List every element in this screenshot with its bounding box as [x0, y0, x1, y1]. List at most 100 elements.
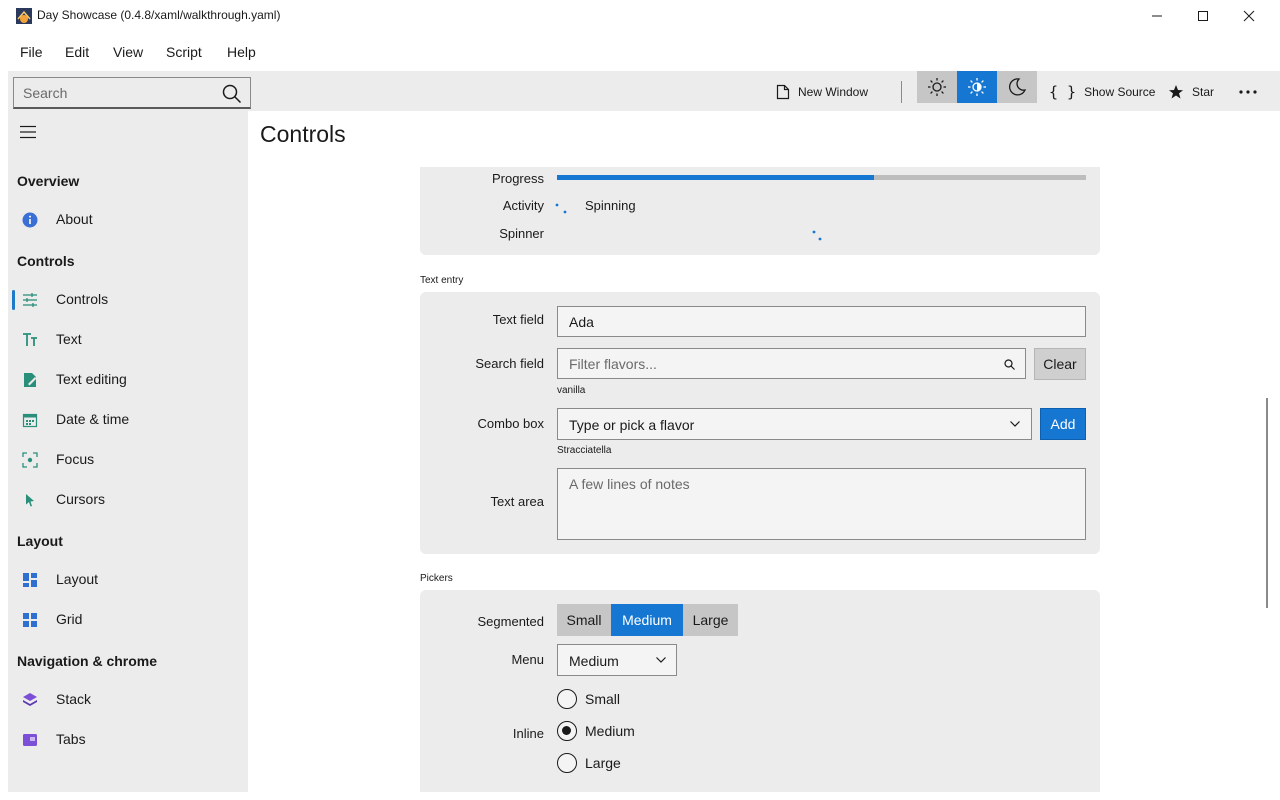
- sidebar-item-cursors[interactable]: Cursors: [8, 480, 248, 520]
- radio-medium[interactable]: [557, 721, 577, 741]
- cursor-icon: [26, 494, 34, 507]
- focus-icon: [22, 452, 38, 468]
- combo-box-label: Combo box: [477, 416, 544, 431]
- progress-bar: [557, 175, 1086, 180]
- sidebar-item-label: Text: [56, 331, 82, 347]
- menu-label: Menu: [511, 652, 544, 667]
- inline-label: Inline: [512, 726, 544, 741]
- chevron-down-icon: [1010, 421, 1020, 427]
- radio-medium-label: Medium: [585, 723, 635, 739]
- star-button[interactable]: Star: [1168, 77, 1214, 107]
- sidebar-item-label: Focus: [56, 451, 95, 467]
- vertical-scrollbar[interactable]: [1266, 398, 1268, 608]
- radio-small[interactable]: [557, 689, 577, 709]
- search-icon[interactable]: [222, 84, 242, 104]
- menu-bar: File Edit View Script Help: [0, 36, 1280, 68]
- sidebar-heading-navigation: Navigation & chrome: [17, 653, 158, 669]
- section-label-pickers: Pickers: [420, 573, 453, 584]
- text-area-placeholder: A few lines of notes: [569, 476, 690, 492]
- minimize-button[interactable]: [1134, 0, 1180, 32]
- toolbar: New Window { } Show Source Star: [8, 71, 1280, 111]
- add-button[interactable]: Add: [1040, 408, 1086, 440]
- contrast-sun-icon: [968, 78, 986, 96]
- grid-icon: [23, 613, 37, 627]
- moon-icon: [1008, 78, 1027, 96]
- hamburger-icon[interactable]: [20, 125, 36, 139]
- maximize-icon: [1198, 11, 1208, 21]
- info-icon: [22, 212, 38, 228]
- page-title: Controls: [260, 121, 346, 147]
- braces-icon: { }: [1049, 83, 1077, 101]
- new-window-label: New Window: [798, 85, 869, 99]
- sidebar-heading-controls: Controls: [17, 253, 75, 269]
- sidebar-item-date-time[interactable]: Date & time: [8, 400, 248, 440]
- light-theme-button[interactable]: [917, 71, 957, 103]
- menu-script[interactable]: Script: [166, 44, 202, 60]
- activity-indicator-icon: [555, 203, 567, 214]
- close-button[interactable]: [1226, 0, 1272, 32]
- sidebar-item-text-editing[interactable]: Text editing: [8, 360, 248, 400]
- calendar-icon: [22, 413, 38, 428]
- sidebar-item-layout[interactable]: Layout: [8, 560, 248, 600]
- sidebar-item-stack[interactable]: Stack: [8, 680, 248, 720]
- text-field-label: Text field: [492, 312, 544, 327]
- search-field-label: Search field: [475, 356, 544, 371]
- layout-icon: [23, 573, 37, 587]
- search-field[interactable]: Filter flavors...: [557, 348, 1026, 379]
- sidebar-item-tabs[interactable]: Tabs: [8, 720, 248, 760]
- content-area: Progress Activity Spinning Spinner Text …: [248, 167, 1266, 792]
- sidebar-item-label: Text editing: [56, 371, 127, 387]
- section-label-text-entry: Text entry: [420, 275, 464, 286]
- menu-select[interactable]: Medium: [557, 644, 677, 676]
- dark-theme-button[interactable]: [997, 71, 1037, 103]
- spinner-icon: [812, 230, 822, 241]
- more-options-button[interactable]: [1239, 77, 1265, 107]
- text-icon: [23, 333, 37, 346]
- text-field[interactable]: Ada: [557, 306, 1086, 337]
- menu-file[interactable]: File: [20, 44, 43, 60]
- sliders-icon: [23, 293, 37, 307]
- sun-icon: [928, 78, 946, 96]
- sidebar-item-focus[interactable]: Focus: [8, 440, 248, 480]
- chevron-down-icon: [656, 657, 666, 663]
- auto-theme-button[interactable]: [957, 71, 997, 103]
- sidebar-heading-overview: Overview: [17, 173, 80, 189]
- new-window-button[interactable]: New Window: [776, 77, 868, 107]
- sidebar: Overview About Controls Controls Text Te…: [8, 111, 248, 792]
- text-area[interactable]: A few lines of notes: [557, 468, 1086, 540]
- sidebar-heading-layout: Layout: [17, 533, 63, 549]
- star-icon: [1169, 85, 1183, 99]
- sidebar-item-label: Tabs: [56, 731, 86, 747]
- document-icon: [776, 84, 790, 100]
- segmented-label: Segmented: [477, 614, 545, 629]
- sidebar-item-text[interactable]: Text: [8, 320, 248, 360]
- show-source-button[interactable]: { } Show Source: [1049, 77, 1155, 107]
- sidebar-item-controls[interactable]: Controls: [8, 280, 248, 320]
- clear-button[interactable]: Clear: [1034, 348, 1086, 380]
- sidebar-item-label: Controls: [56, 291, 109, 307]
- menu-edit[interactable]: Edit: [65, 44, 89, 60]
- maximize-button[interactable]: [1180, 0, 1226, 32]
- combo-note: Stracciatella: [557, 445, 612, 456]
- progress-fill: [557, 175, 875, 180]
- segment-large[interactable]: Large: [683, 604, 738, 636]
- stack-icon: [23, 693, 37, 706]
- toolbar-divider: [901, 81, 902, 103]
- sidebar-item-label: Date & time: [56, 411, 130, 427]
- sidebar-item-label: Grid: [56, 611, 83, 627]
- combo-box[interactable]: Type or pick a flavor: [557, 408, 1032, 440]
- sidebar-item-label: Layout: [56, 571, 99, 587]
- radio-large[interactable]: [557, 753, 577, 773]
- menu-view[interactable]: View: [113, 44, 143, 60]
- search-note: vanilla: [557, 385, 586, 396]
- sidebar-item-about[interactable]: About: [8, 200, 248, 240]
- sidebar-item-grid[interactable]: Grid: [8, 600, 248, 640]
- close-icon: [1243, 10, 1255, 22]
- title-bar: Day Showcase (0.4.8/xaml/walkthrough.yam…: [0, 0, 1280, 32]
- search-box: [13, 77, 251, 109]
- minimize-icon: [1152, 15, 1162, 17]
- search-input[interactable]: [23, 78, 213, 107]
- segment-medium[interactable]: Medium: [611, 604, 683, 636]
- menu-help[interactable]: Help: [227, 44, 256, 60]
- segment-small[interactable]: Small: [557, 604, 611, 636]
